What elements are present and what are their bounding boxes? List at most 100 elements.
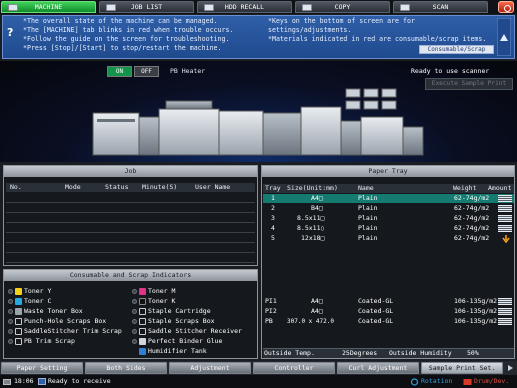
paper-level-icon	[498, 308, 512, 315]
paper-level-icon	[498, 205, 512, 212]
tab-copy[interactable]: COPY	[295, 1, 390, 13]
tab-curl-adjustment[interactable]: Curl Adjustment	[337, 362, 419, 374]
trim-scrap-icon	[15, 328, 22, 335]
job-col-no: No.	[10, 183, 22, 191]
execute-sample-print-button[interactable]: Execute Sample Print	[425, 78, 513, 90]
tab-job-list-label: JOB LIST	[130, 3, 163, 11]
tab-hdd-recall-label: HDD RECALL	[224, 3, 265, 11]
tab-machine-label: MACHINE	[34, 3, 63, 11]
job-col-status: Status	[105, 183, 129, 191]
job-row[interactable]	[6, 204, 255, 213]
job-col-minute: Minute(S)	[142, 183, 178, 191]
job-panel-title: Job	[4, 166, 257, 177]
machine-status-text: Ready to use scanner	[411, 67, 490, 75]
tray-row-pi2[interactable]: PI2 A4□ Coated-GL 106-135g/m2	[263, 307, 514, 316]
tray-row[interactable]: 3 8.5x11□ Plain 62-74g/m2	[263, 214, 514, 223]
status-dot-icon	[8, 309, 13, 314]
guide-line: *Follow the guide on the screen for trou…	[23, 35, 230, 43]
guide-line: *Materials indicated in red are consumab…	[268, 35, 487, 43]
machine-status-area	[0, 61, 517, 162]
toner-m-icon	[139, 288, 146, 295]
punch-hole-icon	[15, 318, 22, 325]
outside-humidity-value: 50%	[467, 349, 479, 357]
home-button[interactable]	[498, 1, 514, 13]
glue-icon	[139, 338, 146, 345]
job-panel: Job No. Mode Status Minute(S) User Name	[3, 165, 258, 266]
outside-temp-value: 25Degrees	[342, 349, 378, 357]
status-dot-icon	[8, 299, 13, 304]
paper-tray-header: Tray Size(Unit:mm) Name Weight Amount	[263, 184, 514, 193]
tray-row[interactable]: 5 12x18□ Plain 62-74g/m2	[263, 234, 514, 243]
status-bar: 18:06 Ready to receive Rotation Drum/Dev…	[0, 375, 517, 388]
tab-sample-print-set[interactable]: Sample Print Set.	[421, 362, 503, 374]
bottom-tab-bar: Paper Setting Both Sides Adjustment Cont…	[0, 361, 517, 375]
job-col-mode: Mode	[65, 183, 81, 191]
receive-icon	[38, 378, 46, 385]
job-row[interactable]	[6, 224, 255, 233]
guide-panel: ? *The overall state of the machine can …	[2, 15, 515, 59]
job-row[interactable]	[6, 214, 255, 223]
machine-illustration	[92, 88, 424, 156]
scroll-arrow-icon[interactable]	[505, 363, 516, 373]
job-row[interactable]	[6, 234, 255, 243]
tab-controller[interactable]: Controller	[253, 362, 335, 374]
paper-level-icon	[498, 298, 512, 305]
tray-col-weight: Weight	[453, 184, 477, 192]
status-dot-icon	[8, 319, 13, 324]
paper-low-warning-icon	[502, 235, 510, 243]
paper-tray-title: Paper Tray	[262, 166, 514, 177]
clock-time: 18:06	[14, 377, 34, 385]
tab-adjustment[interactable]: Adjustment	[169, 362, 251, 374]
status-dot-icon	[132, 309, 137, 314]
tab-hdd-recall[interactable]: HDD RECALL	[197, 1, 292, 13]
tab-job-list[interactable]: JOB LIST	[99, 1, 194, 13]
status-dot-icon	[8, 339, 13, 344]
tab-scan[interactable]: SCAN	[393, 1, 488, 13]
pb-heater-toggle[interactable]: ON OFF	[107, 66, 161, 77]
guide-line: *Press [Stop]/[Start] to stop/restart th…	[23, 44, 222, 52]
status-dot-icon	[132, 299, 137, 304]
drum-dev-icon	[463, 379, 472, 385]
rotation-icon	[410, 378, 419, 386]
tab-paper-setting[interactable]: Paper Setting	[1, 362, 83, 374]
tray-row[interactable]: 4 8.5x11▯ Plain 62-74g/m2	[263, 224, 514, 233]
tab-machine[interactable]: MACHINE	[1, 1, 96, 13]
guide-line: *Keys on the bottom of screen are for	[268, 17, 415, 25]
help-question-icon: ?	[7, 26, 14, 39]
tray-col-tray: Tray	[265, 184, 281, 192]
tray-col-name: Name	[358, 184, 374, 192]
staple-icon	[139, 308, 146, 315]
job-col-user: User Name	[195, 183, 231, 191]
paper-level-icon	[498, 318, 512, 325]
pb-heater-on-button[interactable]: ON	[107, 66, 132, 77]
tray-row-pb[interactable]: PB 307.0 x 472.0 Coated-GL 106-135g/m2	[263, 317, 514, 326]
waste-toner-icon	[15, 308, 22, 315]
status-dot-icon	[132, 339, 137, 344]
job-row[interactable]	[6, 254, 255, 263]
tray-col-size: Size(Unit:mm)	[287, 184, 338, 192]
consumables-panel-title: Consumable and Scrap Indicators	[4, 270, 257, 281]
status-dot-icon	[132, 329, 137, 334]
tab-scan-label: SCAN	[432, 3, 449, 11]
tab-both-sides[interactable]: Both Sides	[85, 362, 167, 374]
pb-heater-off-button[interactable]: OFF	[134, 66, 159, 77]
status-message: Ready to receive	[48, 377, 111, 385]
status-dot-icon	[132, 319, 137, 324]
job-row[interactable]	[6, 244, 255, 253]
consumable-scrap-button[interactable]: Consumable/Scrap	[419, 45, 494, 54]
consumables-panel: Consumable and Scrap Indicators Toner Y …	[3, 269, 258, 359]
top-tab-bar: MACHINE JOB LIST HDD RECALL COPY SCAN	[0, 0, 517, 14]
guide-line: settings/adjustments.	[268, 26, 352, 34]
tray-row[interactable]: 2 B4□ Plain 62-74g/m2	[263, 204, 514, 213]
paper-level-icon	[498, 195, 512, 202]
status-dot-icon	[8, 329, 13, 334]
pb-trim-icon	[15, 338, 22, 345]
job-row[interactable]	[6, 194, 255, 203]
status-dot-icon	[8, 289, 13, 294]
job-table-header: No. Mode Status Minute(S) User Name	[6, 183, 255, 192]
paper-level-icon	[498, 225, 512, 232]
chevron-up-icon[interactable]	[497, 18, 511, 56]
tray-row[interactable]: 1 A4□ Plain 62-74g/m2	[263, 194, 514, 203]
pb-heater-label: PB Heater	[170, 67, 206, 75]
tray-row-pi1[interactable]: PI1 A4□ Coated-GL 106-135g/m2	[263, 297, 514, 306]
